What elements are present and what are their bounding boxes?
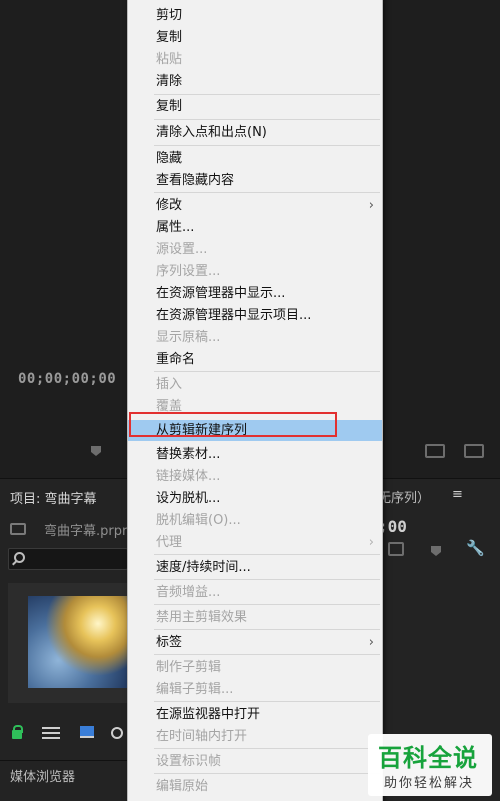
menu-separator [154, 654, 380, 655]
menu-item-view-hidden[interactable]: 查看隐藏内容 [128, 170, 382, 191]
insert-icon[interactable] [425, 444, 445, 458]
menu-separator [154, 371, 380, 372]
menu-separator [154, 554, 380, 555]
freeform-view-icon[interactable] [111, 727, 123, 739]
menu-item-insert: 插入 [156, 377, 183, 392]
menu-item-reveal-original: 显示原稿... [156, 330, 221, 345]
icon-view-icon[interactable] [80, 726, 94, 738]
menu-item-label[interactable]: 标签 › [128, 632, 382, 653]
menu-item-clear-in-out[interactable]: 清除入点和出点(N) [128, 122, 382, 143]
source-timecode[interactable]: 00;00;00;00 [18, 371, 116, 387]
export-frame-icon[interactable] [388, 542, 404, 556]
wrench-icon[interactable]: 🔧 [466, 540, 485, 556]
marker-icon[interactable] [431, 546, 441, 556]
menu-separator [154, 701, 380, 702]
menu-item-overwrite: 覆盖 [156, 399, 183, 414]
menu-item-disable-master-clip-effects: 禁用主剪辑效果 [156, 610, 248, 625]
menu-item-link-media: 链接媒体... [156, 469, 221, 484]
menu-separator [154, 604, 380, 605]
menu-item-cut[interactable]: 剪切 [128, 5, 382, 26]
menu-item-make-subclip: 制作子剪辑 [156, 660, 222, 675]
menu-item-reveal-project[interactable]: 在资源管理器中显示项目... [128, 305, 382, 326]
program-panel-label[interactable]: 无序列） [378, 487, 430, 506]
menu-item-replace-footage[interactable]: 替换素材... [128, 444, 382, 465]
menu-item-copy[interactable]: 复制 [128, 27, 382, 48]
project-panel-title[interactable]: 项目: 弯曲字幕 [10, 488, 97, 507]
menu-item-open-in-timeline: 在时间轴内打开 [156, 729, 248, 744]
submenu-arrow-icon: › [368, 635, 374, 650]
media-browser-tab[interactable]: 媒体浏览器 [10, 766, 75, 785]
menu-item-speed-duration[interactable]: 速度/持续时间... [128, 557, 382, 578]
menu-separator [154, 579, 380, 580]
menu-item-duplicate[interactable]: 复制 [128, 96, 382, 117]
folder-icon [10, 523, 26, 535]
menu-separator [154, 145, 380, 146]
menu-separator [154, 94, 380, 95]
menu-item-sequence-settings: 序列设置... [156, 264, 221, 279]
menu-item-rename[interactable]: 重命名 [128, 349, 382, 370]
menu-item-open-in-source-monitor[interactable]: 在源监视器中打开 [128, 704, 382, 725]
menu-separator [154, 192, 380, 193]
watermark-subtitle: 助你轻松解决 [384, 776, 475, 791]
menu-separator [154, 119, 380, 120]
menu-item-edit-offline: 脱机编辑(O)... [156, 513, 241, 528]
panel-menu-icon[interactable]: ≡ [452, 487, 463, 502]
menu-item-properties[interactable]: 属性... [128, 217, 382, 238]
list-view-icon[interactable] [42, 727, 60, 739]
menu-item-clear[interactable]: 清除 [128, 71, 382, 92]
submenu-arrow-icon: › [368, 198, 374, 213]
menu-item-hide[interactable]: 隐藏 [128, 148, 382, 169]
menu-separator [154, 629, 380, 630]
lock-icon[interactable] [12, 725, 23, 739]
menu-item-edit-original: 编辑原始 [156, 779, 209, 794]
menu-item-reveal-in-explorer[interactable]: 在资源管理器中显示... [128, 283, 382, 304]
menu-separator [154, 748, 380, 749]
context-menu: 剪切 复制 粘贴 清除 复制 清除入点和出点(N) 隐藏 查看隐藏内容 修改 › … [127, 0, 383, 801]
menu-separator [154, 773, 380, 774]
clip-thumbnail[interactable] [28, 596, 128, 688]
project-file-name: 弯曲字幕.prpr [44, 524, 128, 539]
menu-item-paste: 粘贴 [156, 52, 183, 67]
menu-item-source-settings: 源设置... [156, 242, 208, 257]
menu-item-modify[interactable]: 修改 › [128, 195, 382, 216]
overwrite-icon[interactable] [464, 444, 484, 458]
watermark-title: 百科全说 [378, 744, 478, 772]
menu-item-audio-gain: 音频增益... [156, 585, 221, 600]
menu-item-edit-subclip: 编辑子剪辑... [156, 682, 234, 697]
menu-item-new-sequence-from-clip[interactable]: 从剪辑新建序列 [128, 420, 382, 441]
menu-item-make-offline[interactable]: 设为脱机... [128, 488, 382, 509]
search-input[interactable] [8, 548, 128, 570]
menu-item-set-poster-frame: 设置标识帧 [156, 754, 222, 769]
menu-item-proxy: 代理 › [128, 532, 382, 553]
submenu-arrow-icon: › [368, 535, 374, 550]
search-icon [14, 552, 25, 563]
